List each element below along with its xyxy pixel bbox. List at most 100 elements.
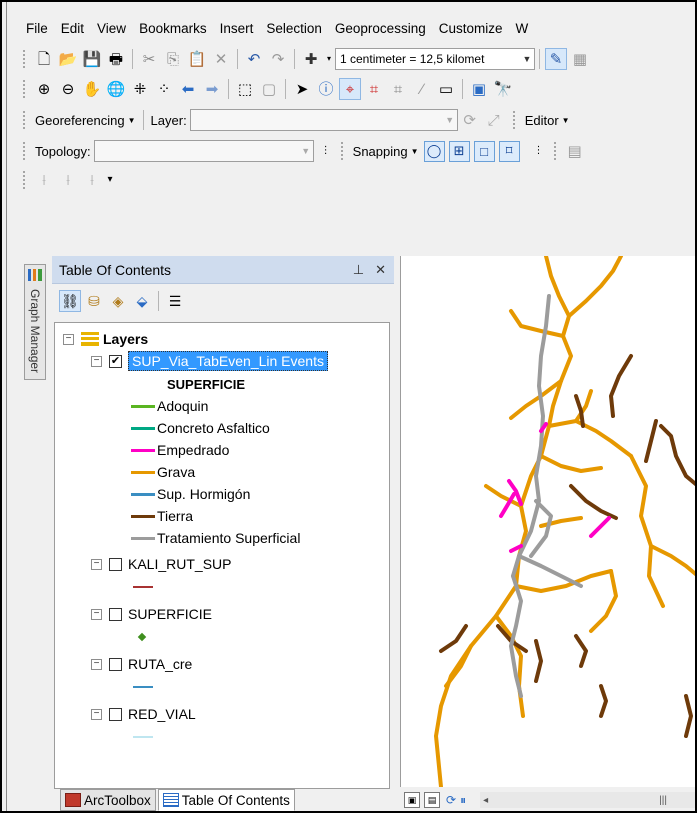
toolbar-grip[interactable] xyxy=(22,79,26,99)
edge-snapping-icon[interactable]: ⌑ xyxy=(498,140,520,162)
map-view[interactable] xyxy=(400,256,697,787)
layer-visibility-checkbox[interactable]: ✔ xyxy=(109,354,122,368)
redo-icon[interactable]: ↷ xyxy=(267,48,289,70)
list-by-drawing-order-icon[interactable]: ⛓ xyxy=(59,290,81,312)
tab-arctoolbox[interactable]: ArcToolbox xyxy=(60,789,156,811)
legend-class-adoquin[interactable]: Adoquin xyxy=(131,395,208,417)
shift-icon[interactable]: ⤢ xyxy=(483,109,505,131)
menu-selection[interactable]: Selection xyxy=(260,21,329,36)
legend-class-empedrado[interactable]: Empedrado xyxy=(131,439,229,461)
layer-name[interactable]: SUP_Via_TabEven_Lin Events xyxy=(128,351,328,371)
layer-visibility-checkbox[interactable] xyxy=(109,657,122,671)
layer-row-sup-via[interactable]: − ✔ SUP_Via_TabEven_Lin Events xyxy=(91,350,328,372)
zoom-in-icon[interactable]: ⊕ xyxy=(33,78,55,100)
chevron-down-icon[interactable]: ▼ xyxy=(520,54,534,64)
toolbar-grip[interactable] xyxy=(22,141,26,161)
find-icon[interactable]: ⌖ xyxy=(339,78,361,100)
collapse-icon[interactable]: − xyxy=(91,708,102,720)
close-icon[interactable]: ✕ xyxy=(375,262,386,277)
menu-geoprocessing[interactable]: Geoprocessing xyxy=(329,21,433,36)
toolbar-grip[interactable] xyxy=(552,141,557,161)
snapping-dropdown[interactable]: Snapping ▼ xyxy=(350,144,422,159)
point-snapping-icon[interactable]: ◯ xyxy=(423,140,445,162)
collapse-icon[interactable]: − xyxy=(91,608,102,620)
chevron-down-icon[interactable]: ▼ xyxy=(299,146,313,156)
legend-class-hormigon[interactable]: Sup. Hormigón xyxy=(131,483,250,505)
hyperlink-icon[interactable]: ⌗ xyxy=(387,78,409,100)
layer-row-red-vial[interactable]: − RED_VIAL xyxy=(91,703,196,725)
layer-visibility-checkbox[interactable] xyxy=(109,557,122,571)
toolbar-grip[interactable] xyxy=(511,110,516,130)
layer-row-ruta-cre[interactable]: − RUTA_cre xyxy=(91,653,192,675)
html-popup-icon[interactable]: ∕ xyxy=(411,78,433,100)
binoculars-icon[interactable]: 🔭 xyxy=(492,78,514,100)
options-icon[interactable]: ☰ xyxy=(164,290,186,312)
fixed-zoom-out-icon[interactable]: ⁘ xyxy=(153,78,175,100)
editor-dropdown[interactable]: Editor ▼ xyxy=(522,113,573,128)
collapse-icon[interactable]: − xyxy=(91,558,102,570)
layer-combo[interactable]: ▼ xyxy=(189,109,458,131)
chevron-down-icon[interactable]: ▾ xyxy=(324,48,334,70)
legend-class-concreto[interactable]: Concreto Asfaltico xyxy=(131,417,270,439)
layout-view-icon[interactable]: ▤ xyxy=(424,792,440,808)
zoom-out-icon[interactable]: ⊖ xyxy=(57,78,79,100)
collapse-icon[interactable]: − xyxy=(91,658,102,670)
georeferencing-dropdown[interactable]: Georeferencing ▼ xyxy=(32,113,139,128)
map-scale-combo[interactable]: 1 centimeter = 12,5 kilomet ▼ xyxy=(335,48,535,70)
list-by-visibility-icon[interactable]: ◈ xyxy=(107,290,129,312)
construct-icon[interactable]: ⟊ xyxy=(33,169,55,191)
time-slider-icon[interactable]: ▭ xyxy=(435,78,457,100)
layers-root[interactable]: − Layers xyxy=(63,328,148,350)
layer-name[interactable]: KALI_RUT_SUP xyxy=(128,556,231,572)
undo-icon[interactable]: ↶ xyxy=(243,48,265,70)
identify-icon[interactable]: ⓘ xyxy=(315,78,337,100)
paste-icon[interactable]: 📋 xyxy=(186,48,208,70)
collapse-icon[interactable]: − xyxy=(63,333,74,345)
layer-name[interactable]: RED_VIAL xyxy=(128,706,196,722)
menu-customize[interactable]: Customize xyxy=(433,21,510,36)
toolbar-options-icon[interactable]: ▾ xyxy=(105,169,115,191)
editor-toolbar-icon[interactable]: ✎ xyxy=(545,48,567,70)
pan-icon[interactable]: ✋ xyxy=(81,78,103,100)
select-elements-icon[interactable]: ➤ xyxy=(291,78,313,100)
map-canvas[interactable] xyxy=(401,256,697,787)
toolbar-grip[interactable] xyxy=(22,110,26,130)
open-folder-icon[interactable]: 📂 xyxy=(57,48,79,70)
list-by-source-icon[interactable]: ⛁ xyxy=(83,290,105,312)
pause-icon[interactable]: ⏸ xyxy=(460,793,466,808)
layer-visibility-checkbox[interactable] xyxy=(109,707,122,721)
layer-visibility-checkbox[interactable] xyxy=(109,607,122,621)
end-snapping-icon[interactable]: ⊞ xyxy=(448,140,470,162)
layer-row-kali-rut-sup[interactable]: − KALI_RUT_SUP xyxy=(91,553,231,575)
menu-file[interactable]: File xyxy=(8,21,55,36)
new-document-icon[interactable]: 🗋 xyxy=(33,48,55,70)
table-icon[interactable]: ▦ xyxy=(569,48,591,70)
save-icon[interactable]: 💾 xyxy=(81,48,103,70)
menu-bookmarks[interactable]: Bookmarks xyxy=(133,21,214,36)
construct-icon[interactable]: ⟊ xyxy=(57,169,79,191)
cut-icon[interactable]: ✂ xyxy=(138,48,160,70)
legend-class-grava[interactable]: Grava xyxy=(131,461,195,483)
vertex-snapping-icon[interactable]: □ xyxy=(473,140,495,162)
print-icon[interactable]: 🖶 xyxy=(105,48,127,70)
viewer-icon[interactable]: ▣ xyxy=(468,78,490,100)
toc-window-buttons[interactable]: ⊥ ✕ xyxy=(353,262,386,278)
toolbar-grip[interactable] xyxy=(22,170,26,190)
full-extent-icon[interactable]: 🌐 xyxy=(105,78,127,100)
horizontal-scrollbar[interactable]: ◂ ||| xyxy=(480,792,697,808)
pin-icon[interactable]: ⊥ xyxy=(353,262,364,277)
select-features-icon[interactable]: ⬚ xyxy=(234,78,256,100)
clear-selection-icon[interactable]: ▢ xyxy=(258,78,280,100)
graph-manager-tab[interactable]: Graph Manager xyxy=(24,264,46,380)
layer-name[interactable]: SUPERFICIE xyxy=(128,606,212,622)
delete-icon[interactable]: ✕ xyxy=(210,48,232,70)
toolbar-options-icon[interactable]: ⋮ xyxy=(528,140,550,162)
legend-class-tierra[interactable]: Tierra xyxy=(131,505,193,527)
scroll-thumb[interactable]: ||| xyxy=(659,795,667,806)
back-icon[interactable]: ⬅ xyxy=(177,78,199,100)
refresh-icon[interactable]: ⟳ xyxy=(446,793,456,807)
layer-row-superficie[interactable]: − SUPERFICIE xyxy=(91,603,212,625)
forward-icon[interactable]: ➡ xyxy=(201,78,223,100)
chevron-down-icon[interactable]: ▼ xyxy=(443,115,457,125)
collapse-icon[interactable]: − xyxy=(91,355,102,367)
